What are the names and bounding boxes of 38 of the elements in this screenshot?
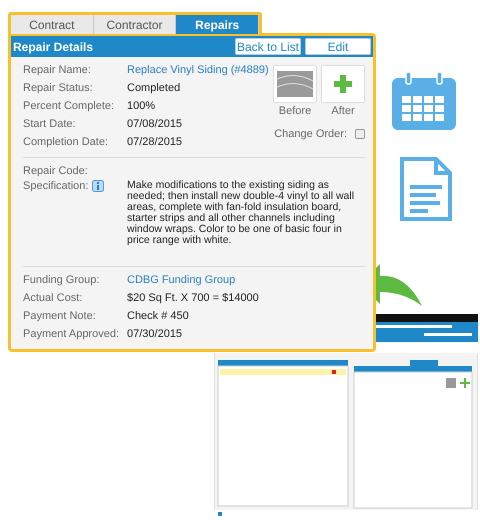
field-label: Change Order:	[274, 128, 347, 140]
field-label: Funding Group:	[23, 274, 100, 286]
field-label: Repair Name:	[23, 64, 92, 76]
photo-thumbnail[interactable]	[321, 65, 365, 103]
field-label: Start Date:	[23, 118, 77, 130]
specification-text: Make modifications to the existing siding as needed; then install new double-4 vinyl to all wall areas, complete with fan-fold insulation board, starter strips and all other channels including window wraps. Color to be one of basic four in price range with white.	[127, 180, 356, 248]
field-label: Payment Approved:	[23, 328, 120, 340]
tab[interactable]: Contractor	[94, 15, 176, 34]
checkbox[interactable]	[355, 129, 365, 139]
photo-placeholder	[277, 71, 313, 97]
field-label: Repair Code:	[23, 165, 89, 177]
photo-thumbnail[interactable]	[273, 65, 317, 103]
field-value: $20 Sq Ft. X 700 = $14000	[127, 292, 259, 304]
field-label: Actual Cost:	[23, 292, 84, 304]
info-icon[interactable]	[92, 180, 104, 192]
photo-caption: Before	[278, 105, 312, 117]
field-label: Completion Date:	[23, 136, 109, 148]
calendar-icon	[392, 72, 456, 130]
field-value: 07/30/2015	[127, 328, 182, 340]
plus-icon	[334, 75, 352, 93]
photo-caption: After	[331, 105, 355, 117]
field-label: Specification:	[23, 180, 88, 192]
field-label: Payment Note:	[23, 310, 97, 322]
field-link[interactable]: Replace Vinyl Siding (#4889)	[127, 64, 269, 76]
field-label: Repair Status:	[23, 82, 94, 94]
panel-title: Repair Details	[13, 40, 94, 54]
tab[interactable]: Repairs	[176, 15, 260, 34]
field-value: 100%	[127, 100, 156, 112]
header-button[interactable]: Edit	[305, 38, 371, 55]
field-value: Check # 450	[127, 310, 189, 322]
header-button[interactable]: Back to List	[235, 38, 301, 55]
field-label: Percent Complete:	[23, 100, 116, 112]
field-value: 07/28/2015	[127, 136, 182, 148]
field-value: Completed	[127, 82, 180, 94]
document-icon	[400, 157, 452, 221]
field-link[interactable]: CDBG Funding Group	[127, 274, 236, 286]
tab[interactable]: Contract	[11, 15, 94, 34]
field-value: 07/08/2015	[127, 118, 182, 130]
